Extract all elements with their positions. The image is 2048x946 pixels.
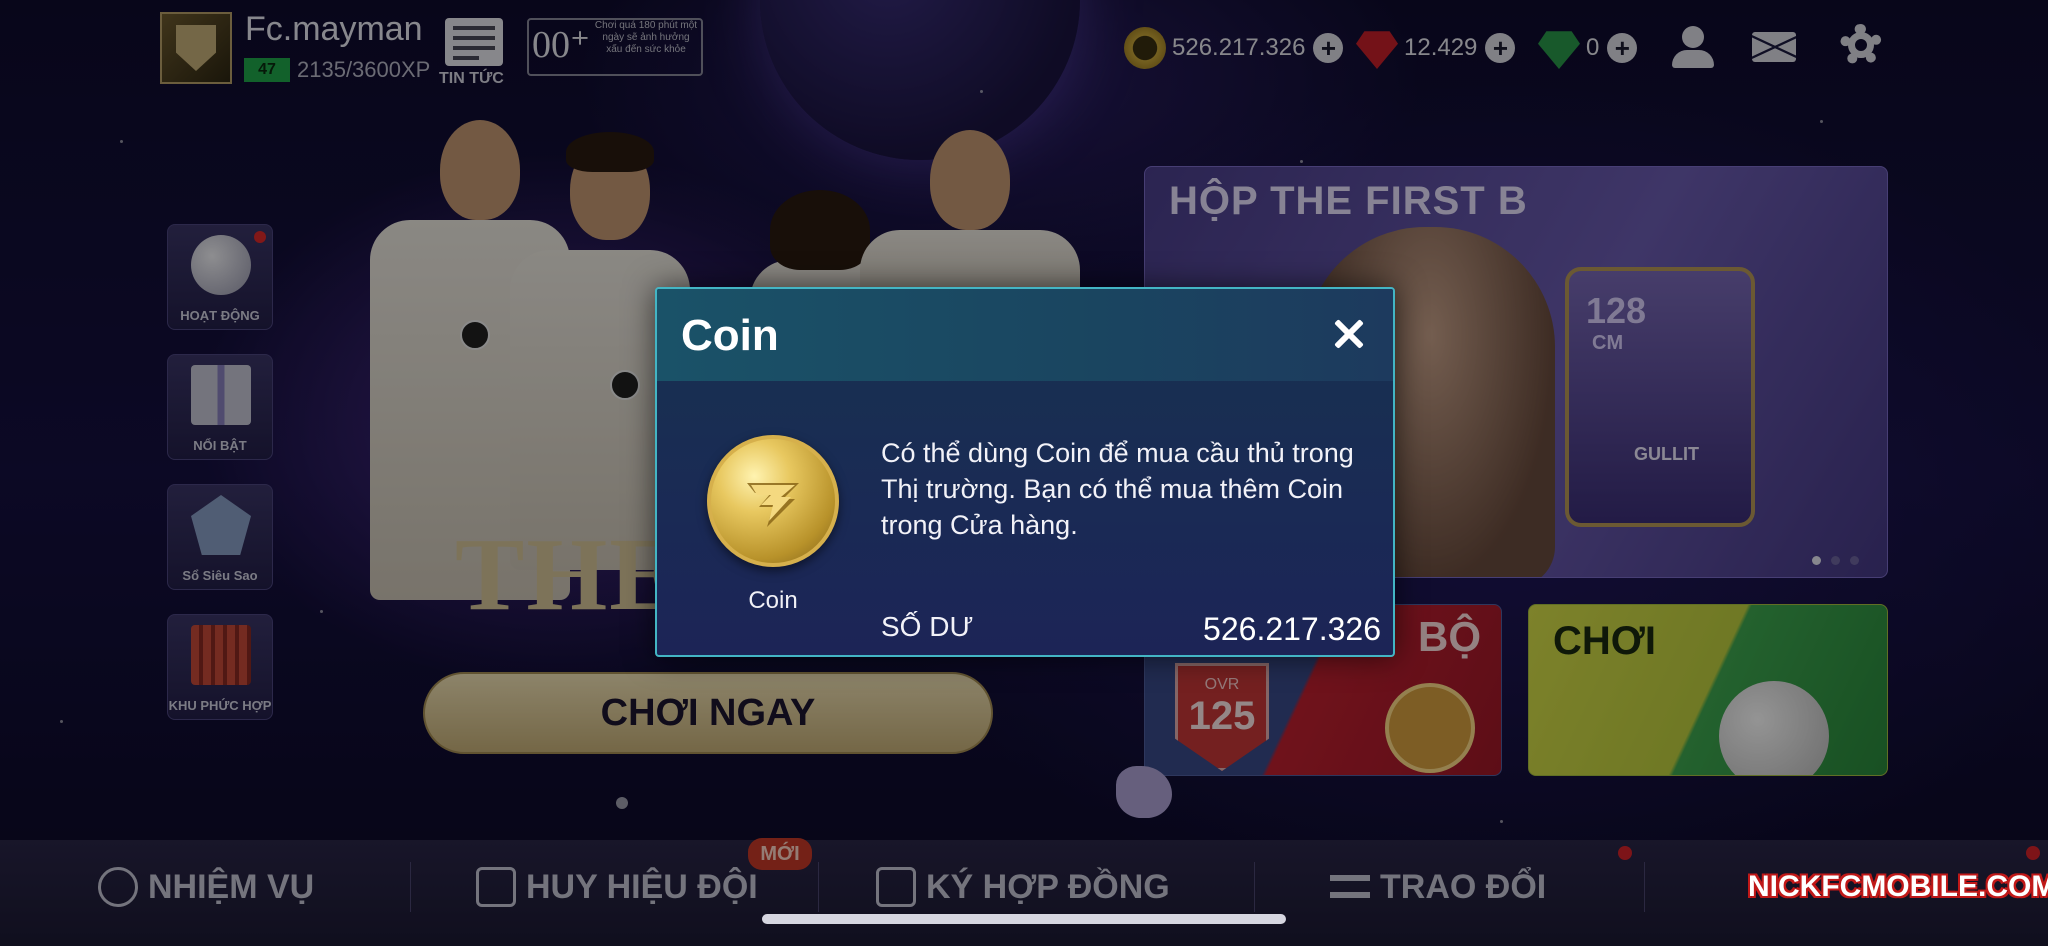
coin-info-dialog: Coin Coin Có thể dùng Coin để mua cầu th… <box>655 287 1395 657</box>
balance-value: 526.217.326 <box>1203 611 1381 647</box>
dialog-title: Coin <box>681 311 779 360</box>
home-indicator[interactable] <box>762 914 1286 924</box>
close-icon[interactable] <box>1328 313 1370 355</box>
balance-label: SỐ DƯ <box>881 611 974 642</box>
dialog-description: Có thể dùng Coin để mua cầu thủ trong Th… <box>881 438 1354 540</box>
coin-icon <box>707 435 839 567</box>
coin-label: Coin <box>748 587 798 614</box>
watermark: NICKFCMOBILE.COM <box>1748 870 2048 903</box>
